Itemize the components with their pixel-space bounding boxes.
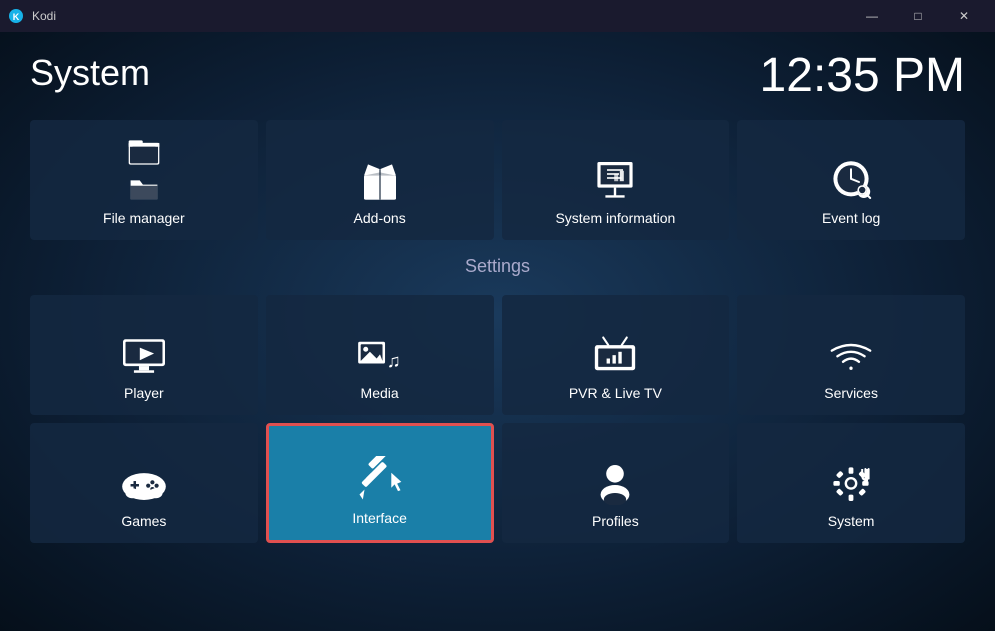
event-log-icon [825, 158, 877, 202]
tile-add-ons[interactable]: Add-ons [266, 120, 494, 240]
tile-services[interactable]: Services [737, 295, 965, 415]
page-title: System [30, 52, 150, 94]
middle-row: Player ♫ Media [30, 295, 965, 415]
tile-player[interactable]: Player [30, 295, 258, 415]
profiles-label: Profiles [592, 513, 639, 529]
player-icon [118, 335, 170, 377]
header: System 12:35 PM [30, 52, 965, 100]
tile-system[interactable]: System [737, 423, 965, 543]
add-ons-label: Add-ons [354, 210, 406, 226]
bottom-row: Games Interface [30, 423, 965, 543]
tile-profiles[interactable]: Profiles [502, 423, 730, 543]
svg-text:K: K [13, 12, 20, 22]
tile-system-information[interactable]: System information [502, 120, 730, 240]
pvr-label: PVR & Live TV [569, 385, 662, 401]
services-label: Services [824, 385, 878, 401]
tile-games[interactable]: Games [30, 423, 258, 543]
minimize-button[interactable]: — [849, 0, 895, 32]
event-log-label: Event log [822, 210, 880, 226]
tile-file-manager[interactable]: File manager [30, 120, 258, 240]
kodi-icon: K [8, 8, 24, 24]
settings-label: Settings [30, 256, 965, 277]
content-grid: File manager Add-ons [30, 120, 965, 543]
tile-interface[interactable]: Interface [266, 423, 494, 543]
clock: 12:35 PM [760, 52, 965, 100]
titlebar-title: Kodi [32, 9, 56, 23]
svg-text:♫: ♫ [386, 351, 400, 371]
interface-icon [352, 456, 408, 502]
top-row: File manager Add-ons [30, 120, 965, 240]
titlebar-controls: — □ ✕ [849, 0, 987, 32]
services-icon [825, 333, 877, 377]
titlebar: K Kodi — □ ✕ [0, 0, 995, 32]
player-label: Player [124, 385, 164, 401]
system-info-label: System information [555, 210, 675, 226]
media-label: Media [361, 385, 399, 401]
system-label: System [828, 513, 875, 529]
folder-icon [118, 175, 170, 202]
addons-icon [354, 158, 406, 202]
file-manager-label: File manager [103, 210, 185, 226]
system-info-icon [589, 158, 641, 202]
pvr-icon [589, 335, 641, 377]
games-icon [118, 463, 170, 505]
tile-media[interactable]: ♫ Media [266, 295, 494, 415]
interface-label: Interface [352, 510, 406, 526]
main-content: System 12:35 PM [0, 32, 995, 631]
tile-pvr-live-tv[interactable]: PVR & Live TV [502, 295, 730, 415]
system-icon [825, 461, 877, 505]
profiles-icon [589, 461, 641, 505]
titlebar-left: K Kodi [8, 8, 56, 24]
media-icon: ♫ [354, 335, 406, 377]
tile-event-log[interactable]: Event log [737, 120, 965, 240]
file-manager-icon [118, 134, 170, 167]
maximize-button[interactable]: □ [895, 0, 941, 32]
games-label: Games [121, 513, 166, 529]
close-button[interactable]: ✕ [941, 0, 987, 32]
